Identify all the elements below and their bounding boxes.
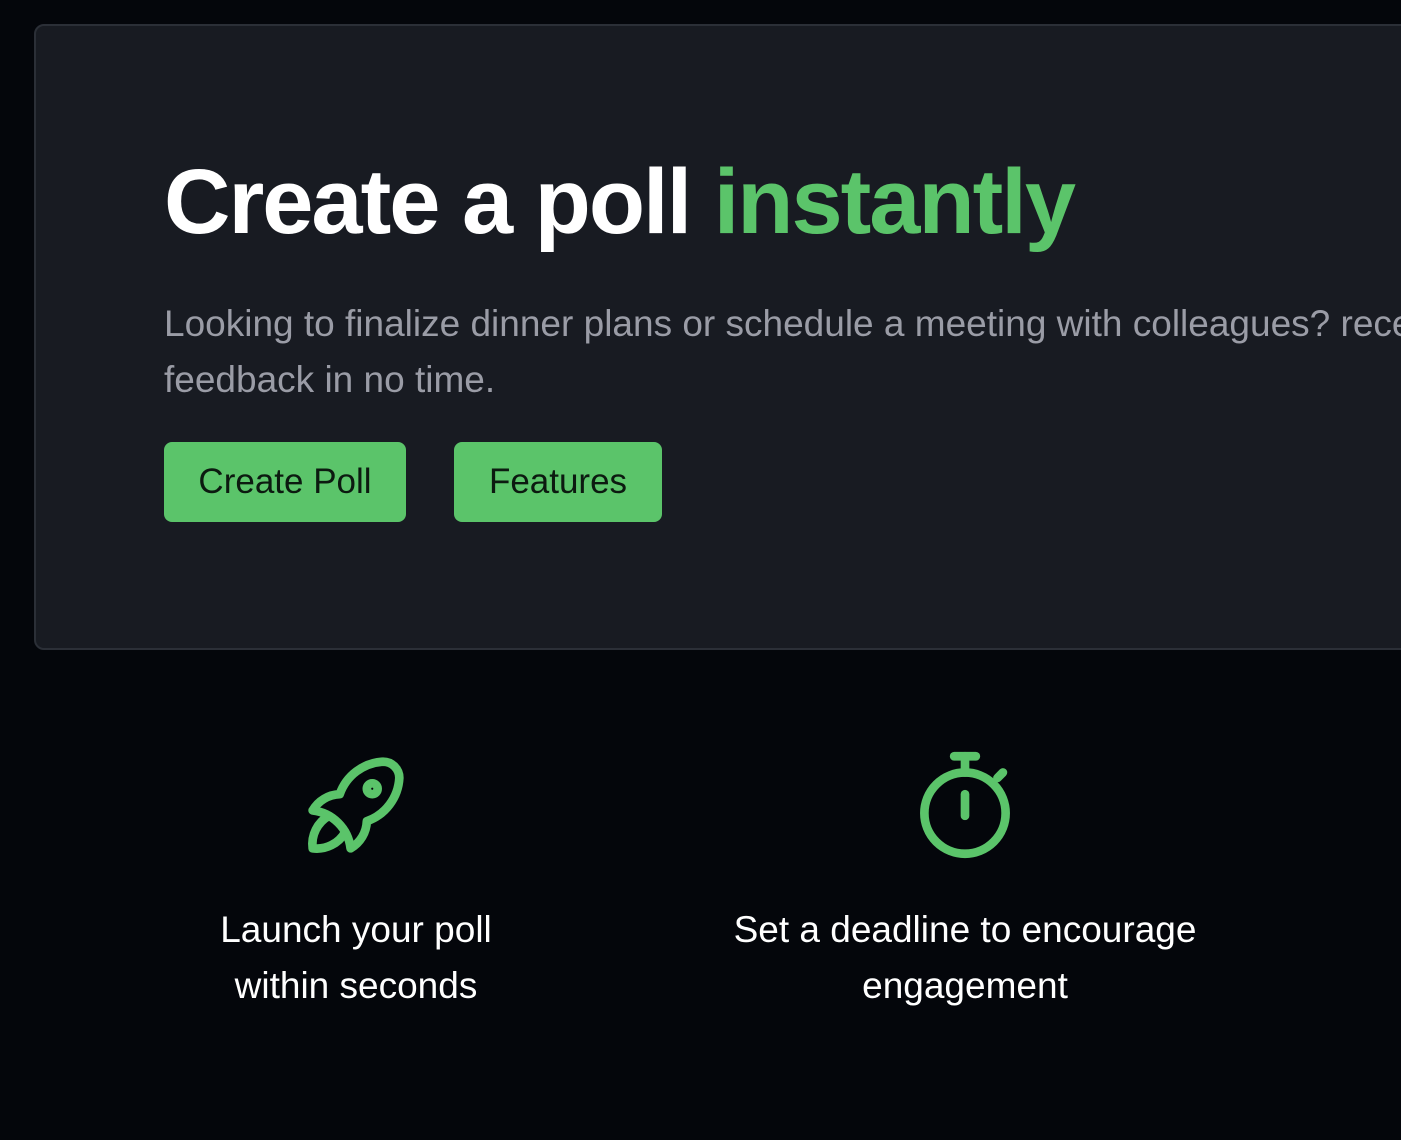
hero-title-main: Create a poll xyxy=(164,151,714,253)
feature-deadline-text: Set a deadline to encourage engagement xyxy=(733,909,1197,1006)
features-button[interactable]: Features xyxy=(454,442,662,522)
hero-title-accent: instantly xyxy=(713,151,1076,253)
rocket-icon xyxy=(308,757,404,853)
create-poll-button[interactable]: Create Poll xyxy=(164,442,406,522)
hero-card: Create a poll instantly Looking to final… xyxy=(34,24,1401,650)
feature-launch: Launch your poll within seconds xyxy=(76,740,636,1014)
feature-launch-text: Launch your poll within seconds xyxy=(220,909,492,1006)
feature-deadline: Set a deadline to encourage engagement xyxy=(685,740,1245,1014)
hero-title: Create a poll instantly xyxy=(164,151,1076,253)
stopwatch-icon xyxy=(920,751,1010,859)
hero-description: Looking to finalize dinner plans or sche… xyxy=(164,303,1401,400)
